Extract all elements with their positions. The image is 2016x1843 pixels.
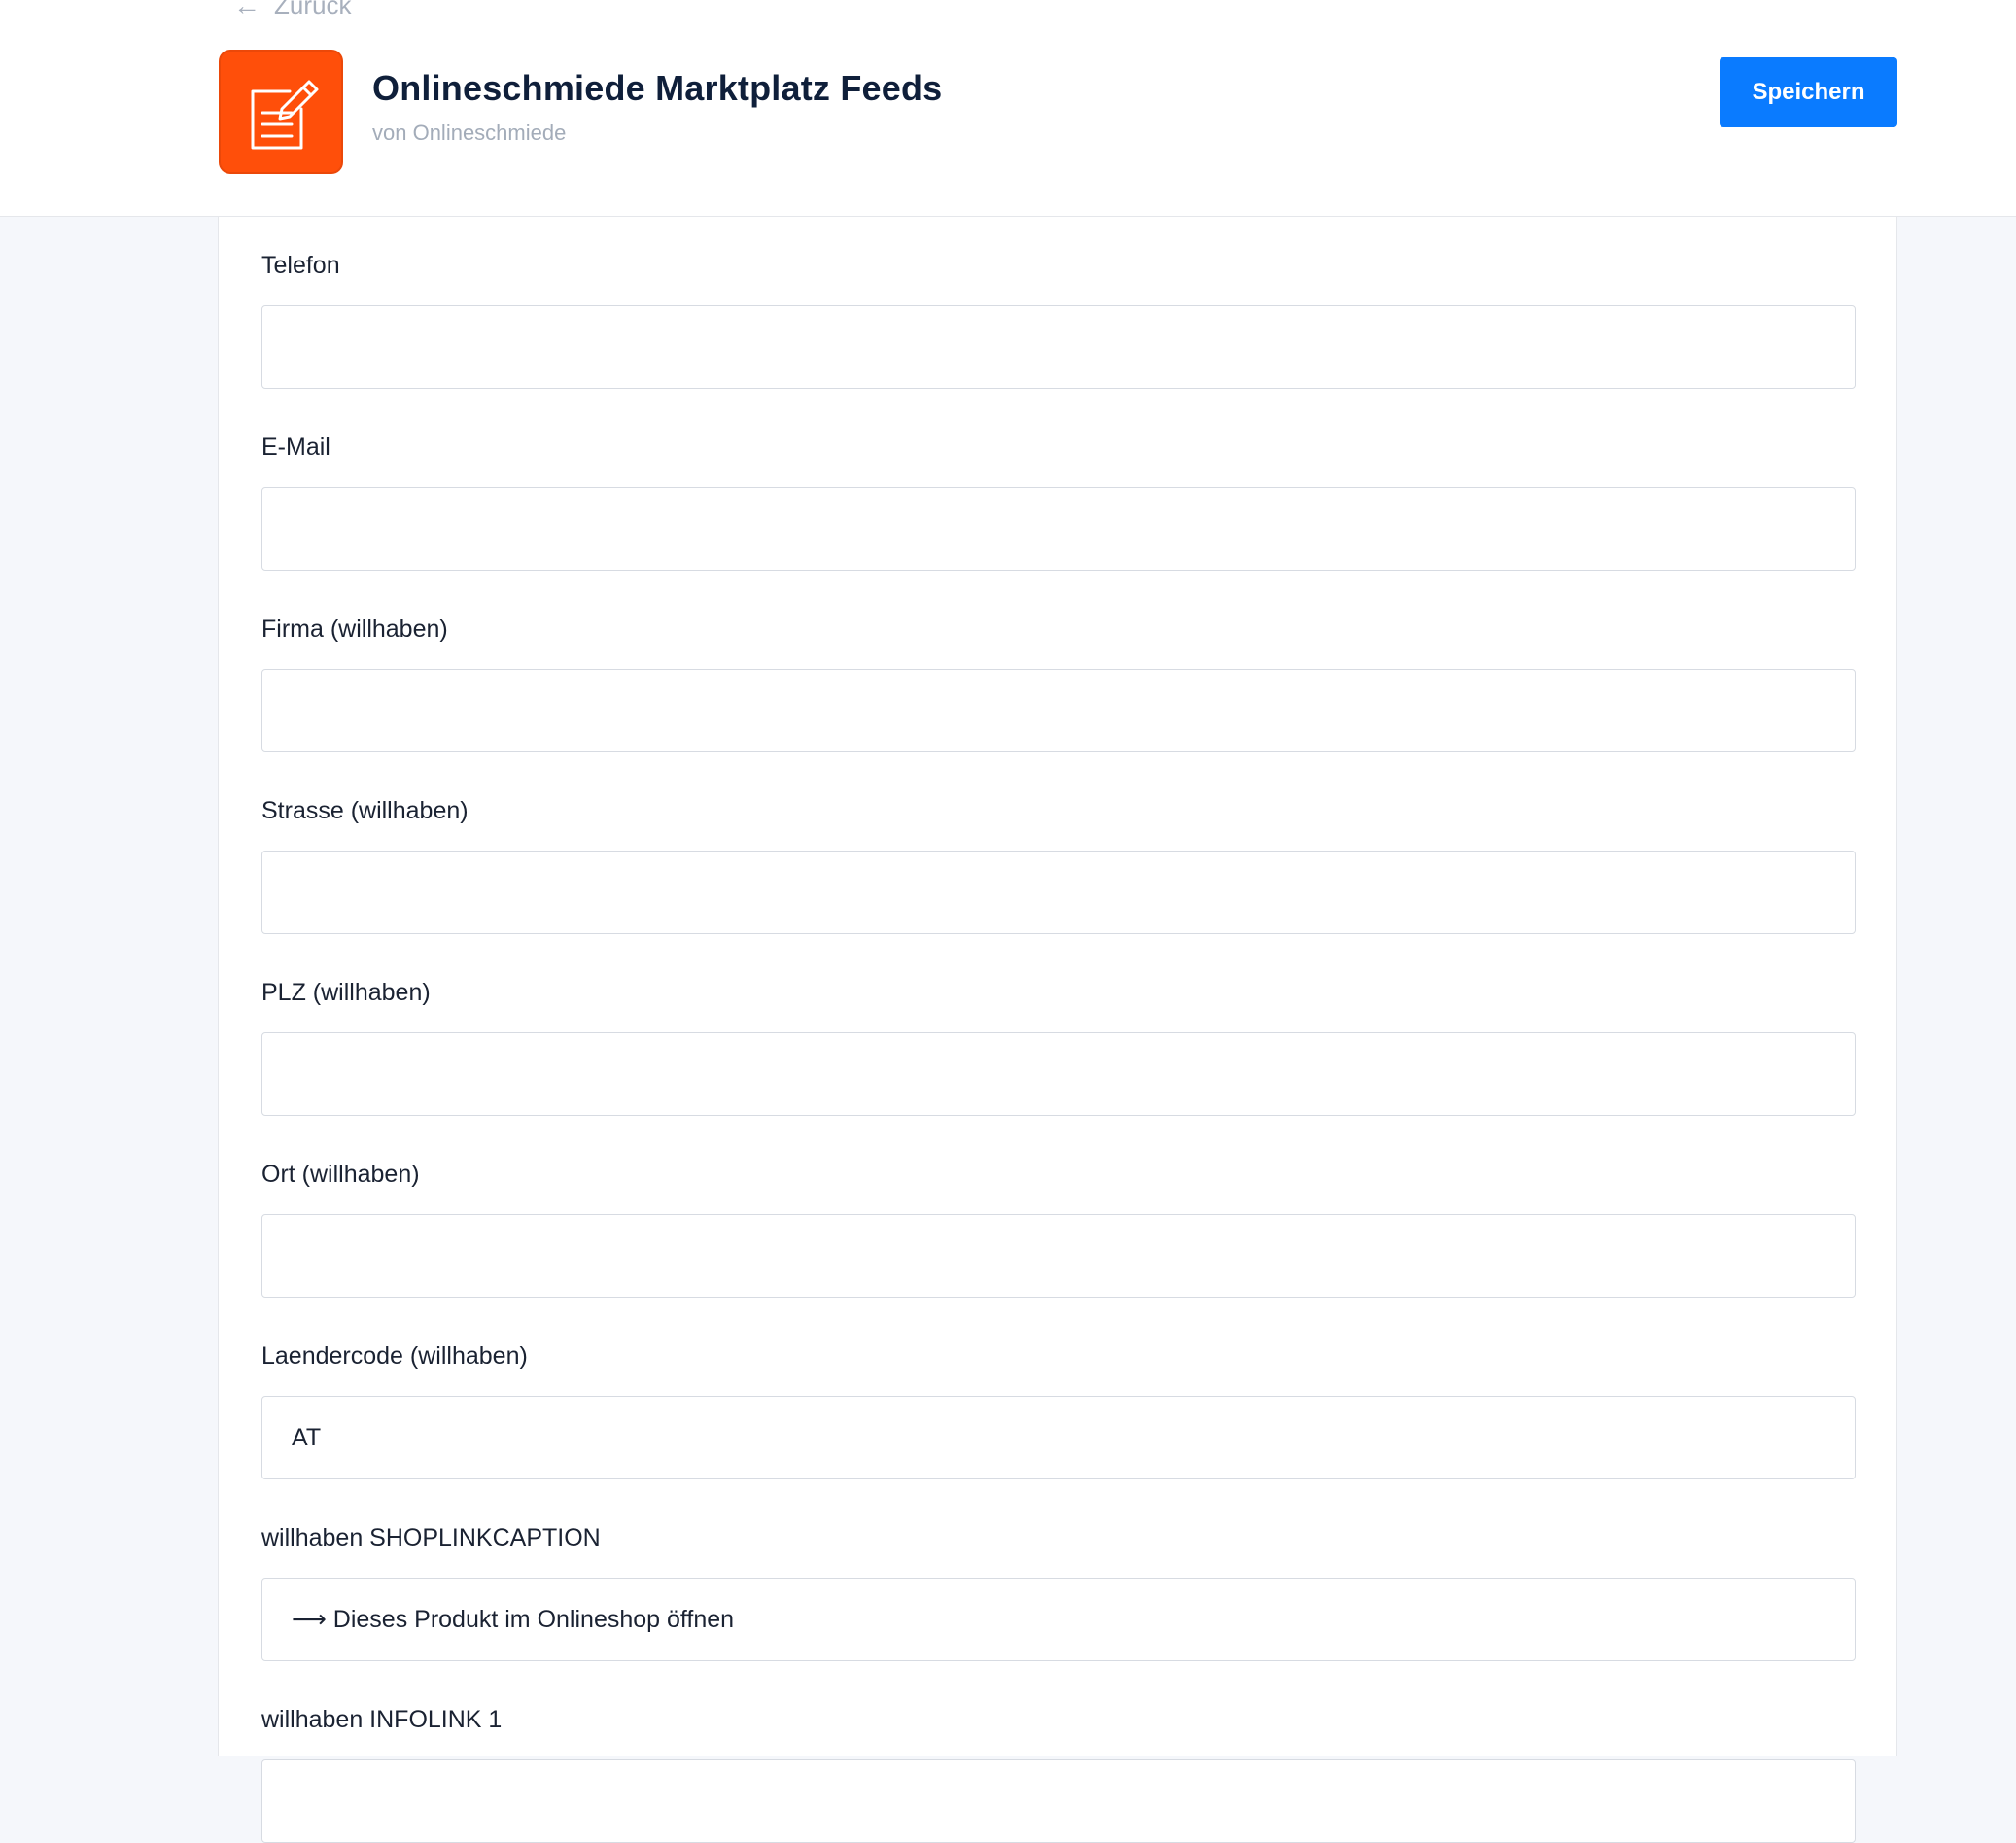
plz-input[interactable] [261,1032,1856,1116]
arrow-left-icon: ← [233,0,261,20]
firma-input[interactable] [261,669,1856,752]
save-button[interactable]: Speichern [1720,57,1897,127]
field-label: Firma (willhaben) [261,615,448,643]
field-label: E-Mail [261,434,330,461]
email-input[interactable] [261,487,1856,571]
field-shoplinkcaption: willhaben SHOPLINKCAPTION [261,1523,1856,1661]
field-label: Strasse (willhaben) [261,797,469,824]
field-label: Ort (willhaben) [261,1161,420,1188]
laendercode-input[interactable] [261,1396,1856,1479]
field-strasse: Strasse (willhaben) [261,796,1856,934]
field-label: PLZ (willhaben) [261,979,431,1006]
page-title: Onlineschmiede Marktplatz Feeds [372,68,943,108]
field-email: E-Mail [261,433,1856,571]
field-firma: Firma (willhaben) [261,614,1856,752]
field-label: Laendercode (willhaben) [261,1342,528,1370]
vendor-name: von Onlineschmiede [372,121,567,145]
edit-document-icon [251,80,319,150]
strasse-input[interactable] [261,851,1856,934]
field-laendercode: Laendercode (willhaben) [261,1341,1856,1479]
field-ort: Ort (willhaben) [261,1160,1856,1298]
app-header: ← Zurück Onlineschmiede Marktplatz Feeds… [0,0,2016,217]
back-link[interactable]: ← Zurück [233,0,351,20]
field-label: willhaben INFOLINK 1 [261,1706,503,1733]
back-label: Zurück [274,0,352,19]
app-icon [219,50,343,174]
field-label: Telefon [261,252,340,279]
field-telefon: Telefon [261,251,1856,389]
shoplinkcaption-input[interactable] [261,1578,1856,1661]
ort-input[interactable] [261,1214,1856,1298]
field-infolink-1: willhaben INFOLINK 1 [261,1705,1856,1843]
infolink-1-input[interactable] [261,1759,1856,1843]
field-plz: PLZ (willhaben) [261,978,1856,1116]
field-label: willhaben SHOPLINKCAPTION [261,1524,601,1551]
settings-form: Telefon E-Mail Firma (willhaben) Strasse… [218,217,1897,1843]
telefon-input[interactable] [261,305,1856,389]
